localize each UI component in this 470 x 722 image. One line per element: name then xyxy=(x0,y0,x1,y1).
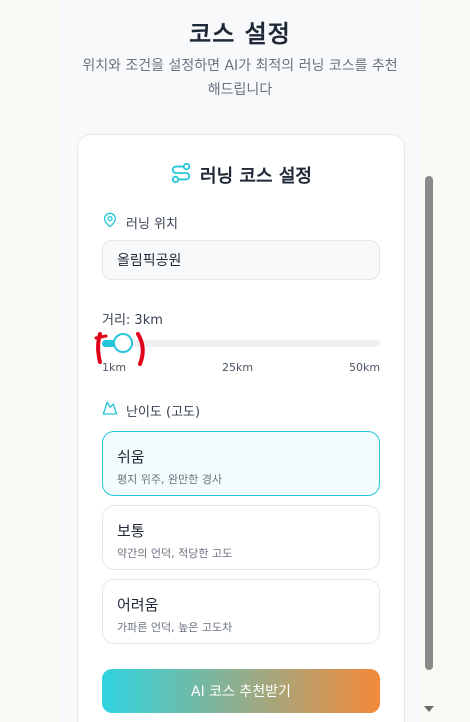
course-settings-card: 러닝 코스 설정 러닝 위치 거리: 3km 1km 25km 50km 난이도… xyxy=(77,134,405,722)
difficulty-option-easy[interactable]: 쉬움 평지 위주, 완만한 경사 xyxy=(102,431,380,496)
option-desc: 약간의 언덕, 적당한 고도 xyxy=(117,547,233,560)
option-title: 쉬움 xyxy=(117,448,145,466)
distance-slider-track[interactable] xyxy=(102,340,380,347)
option-desc: 가파른 언덕, 높은 고도차 xyxy=(117,621,233,634)
page-title: 코스 설정 xyxy=(189,20,291,48)
route-icon xyxy=(170,162,192,188)
difficulty-option-normal[interactable]: 보통 약간의 언덕, 적당한 고도 xyxy=(102,505,380,570)
mountain-icon xyxy=(102,400,118,420)
option-desc: 평지 위주, 완만한 경사 xyxy=(117,473,223,486)
card-title: 러닝 코스 설정 xyxy=(200,166,312,187)
location-input[interactable] xyxy=(102,240,380,280)
distance-tick-max: 50km xyxy=(349,361,381,374)
recommend-course-button[interactable]: AI 코스 추천받기 xyxy=(102,669,380,713)
difficulty-label-text: 난이도 (고도) xyxy=(126,404,201,420)
distance-tick-mid: 25km xyxy=(222,361,254,374)
page-subtitle: 위치와 조건을 설정하면 AI가 최적의 러닝 코스를 추천해드립니다 xyxy=(82,58,398,98)
map-pin-icon xyxy=(102,212,118,232)
distance-label: 거리: 3km xyxy=(102,313,163,328)
scroll-down-arrow-icon[interactable] xyxy=(424,706,434,712)
location-label-text: 러닝 위치 xyxy=(126,216,178,232)
difficulty-label: 난이도 (고도) xyxy=(102,400,200,420)
difficulty-option-hard[interactable]: 어려움 가파른 언덕, 높은 고도차 xyxy=(102,579,380,644)
distance-tick-min: 1km xyxy=(102,361,127,374)
card-header: 러닝 코스 설정 xyxy=(78,161,404,189)
location-label: 러닝 위치 xyxy=(102,212,178,232)
scrollbar-thumb[interactable] xyxy=(425,176,433,670)
distance-slider-thumb[interactable] xyxy=(112,333,133,353)
option-title: 보통 xyxy=(117,522,145,540)
option-title: 어려움 xyxy=(117,596,159,614)
